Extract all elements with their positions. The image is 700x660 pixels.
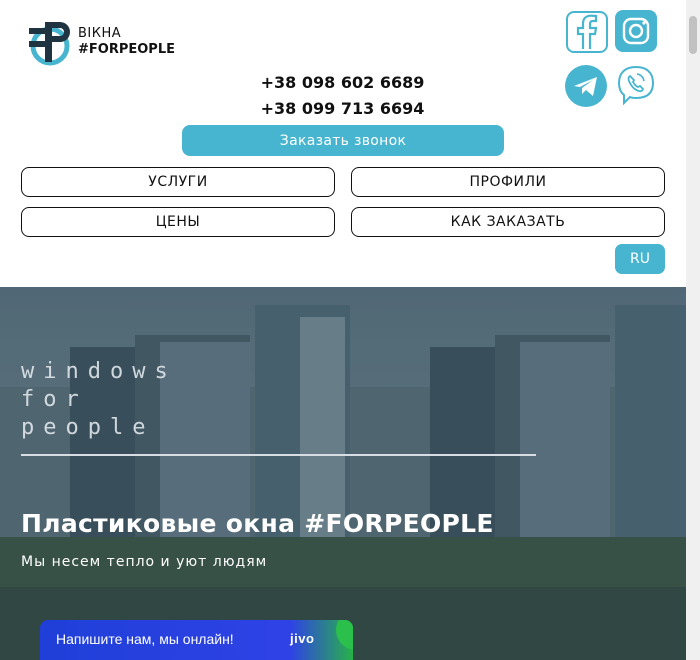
order-call-button[interactable]: Заказать звонок: [182, 125, 504, 156]
site-header: ВІКНА #FORPEOPLE +38 098 602 6689 +38 09…: [0, 0, 700, 287]
facebook-icon: [576, 14, 598, 49]
nav-how-to-order-button[interactable]: КАК ЗАКАЗАТЬ: [351, 207, 665, 237]
hero-tagline-3: people: [21, 415, 155, 440]
scrollbar-thumb[interactable]: [689, 16, 697, 54]
hero-divider: [21, 454, 536, 456]
scrollbar-track[interactable]: [686, 0, 700, 660]
brand-line-2: #FORPEOPLE: [78, 42, 175, 57]
jivo-logo: jivo: [290, 631, 315, 646]
nav-profiles-button[interactable]: ПРОФИЛИ: [351, 167, 665, 197]
hero-tagline-1: windows: [21, 359, 177, 384]
hero-tagline-2: for: [21, 387, 88, 412]
instagram-link[interactable]: [615, 10, 657, 52]
phone-number-2[interactable]: +38 099 713 6694: [0, 99, 685, 118]
language-switch-button[interactable]: RU: [615, 244, 665, 274]
logo-mark-icon: [29, 22, 70, 66]
brand-logo[interactable]: ВІКНА #FORPEOPLE: [27, 20, 187, 68]
facebook-link[interactable]: [566, 11, 608, 53]
chat-corner-decoration: [336, 620, 353, 650]
nav-prices-button[interactable]: ЦЕНЫ: [21, 207, 335, 237]
phone-number-1[interactable]: +38 098 602 6689: [0, 73, 685, 92]
chat-widget-text: Напишите нам, мы онлайн!: [56, 631, 234, 647]
brand-line-1: ВІКНА: [78, 26, 122, 41]
nav-services-button[interactable]: УСЛУГИ: [21, 167, 335, 197]
chat-widget-button[interactable]: Напишите нам, мы онлайн! jivo: [40, 620, 353, 660]
hero-subtitle: Мы несем тепло и уют людям: [21, 554, 268, 570]
hero-background-image: [0, 287, 700, 660]
instagram-icon: [622, 17, 650, 45]
hero-banner: windows for people Пластиковые окна #FOR…: [0, 287, 700, 660]
hero-title: Пластиковые окна #FORPEOPLE: [21, 509, 494, 538]
